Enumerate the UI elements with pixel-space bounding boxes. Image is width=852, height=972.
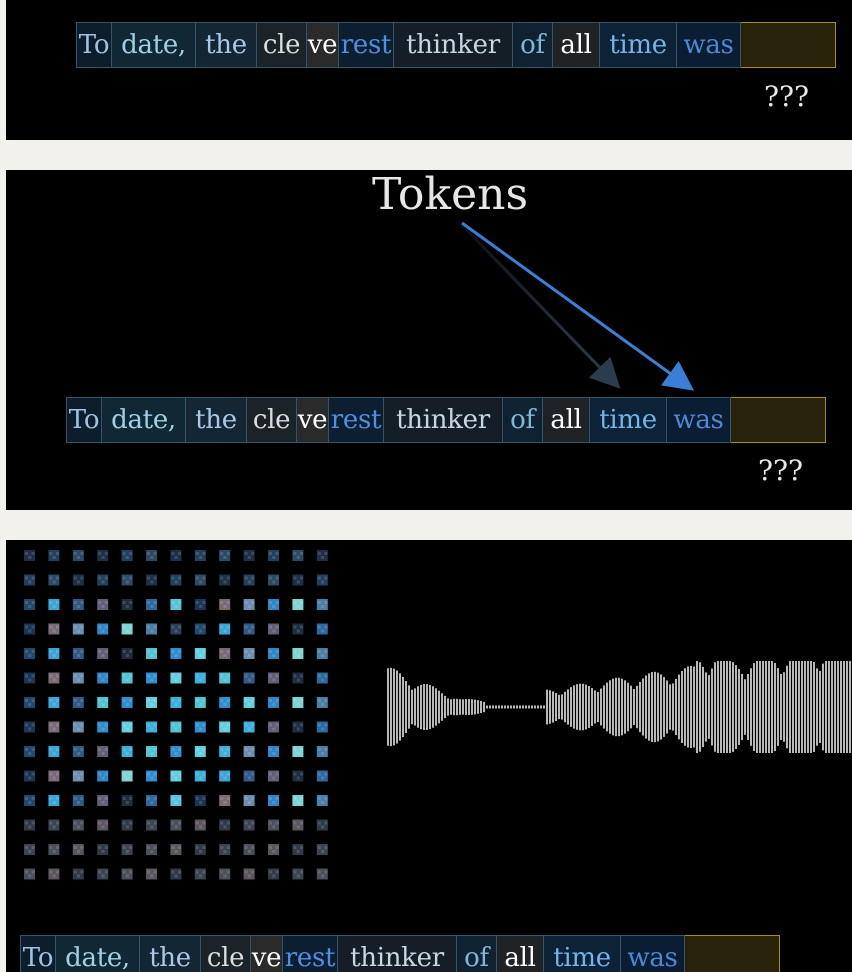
token-row: To date, the cle ve rest thinker of all time was [66, 397, 826, 443]
arrows [460, 221, 695, 391]
token: the [196, 22, 257, 68]
token: ve [251, 935, 283, 972]
token: rest [339, 22, 394, 68]
token: cle [257, 22, 307, 68]
blank-token [685, 935, 780, 972]
token: To [20, 935, 56, 972]
token: date, [112, 22, 196, 68]
token: ve [297, 397, 329, 443]
unknown-next-token-label: ??? [764, 80, 810, 113]
token: all [553, 22, 600, 68]
token: thinker [338, 935, 457, 972]
token: of [513, 22, 553, 68]
unknown-next-token-label: ??? [758, 454, 804, 487]
arrow-dark [460, 223, 621, 389]
token: To [66, 397, 102, 443]
token: thinker [394, 22, 513, 68]
token: the [186, 397, 247, 443]
token: rest [283, 935, 338, 972]
token: of [457, 935, 497, 972]
token-row: To date, the cle ve rest thinker of all time was [20, 935, 780, 972]
token: all [543, 397, 590, 443]
token: all [497, 935, 544, 972]
panel-image-audio: To date, the cle ve rest thinker of all time was [6, 540, 852, 972]
token: time [544, 935, 621, 972]
token: thinker [384, 397, 503, 443]
arrow-blue [461, 221, 695, 391]
blank-token [731, 397, 826, 443]
token: date, [102, 397, 186, 443]
token: ve [307, 22, 339, 68]
token: was [667, 397, 731, 443]
token: date, [56, 935, 140, 972]
panel-token-sentence: To date, the cle ve rest thinker of all time was ?… [6, 0, 852, 140]
token: cle [247, 397, 297, 443]
token-row: To date, the cle ve rest thinker of all time was [76, 22, 836, 68]
token: was [677, 22, 741, 68]
token: the [140, 935, 201, 972]
blank-token [741, 22, 836, 68]
token: of [503, 397, 543, 443]
token: was [621, 935, 685, 972]
token: time [590, 397, 667, 443]
token: To [76, 22, 112, 68]
audio-waveform [387, 661, 851, 753]
token: cle [201, 935, 251, 972]
token: rest [329, 397, 384, 443]
panel-tokens-diagram: Tokens To date, the cle ve rest thinker of all ti… [6, 170, 852, 510]
token: time [600, 22, 677, 68]
